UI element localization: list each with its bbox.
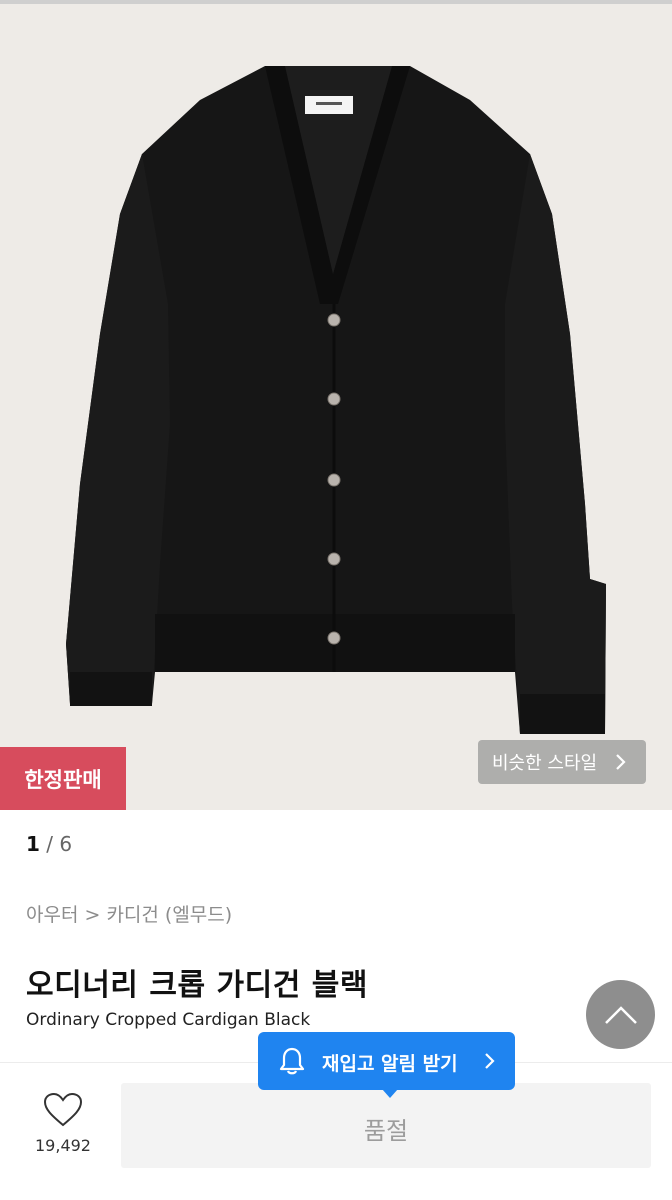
restock-alert-button[interactable]: 재입고 알림 받기	[258, 1032, 515, 1098]
like-button[interactable]: 19,492	[28, 1092, 98, 1172]
product-title: 오디너리 크롭 가디건 블랙	[26, 968, 368, 1003]
restock-alert-label: 재입고 알림 받기	[322, 1053, 458, 1075]
image-pager: 1 / 6	[26, 832, 72, 856]
similar-style-label: 비슷한 스타일	[492, 753, 598, 774]
tooltip-pointer	[382, 1089, 398, 1098]
like-count: 19,492	[35, 1136, 91, 1155]
bell-icon	[279, 1047, 305, 1075]
product-title-english: Ordinary Cropped Cardigan Black	[26, 1010, 311, 1030]
product-image[interactable]	[0, 4, 672, 810]
heart-icon	[43, 1092, 83, 1127]
chevron-right-icon	[616, 754, 626, 770]
limited-sale-badge: 한정판매	[0, 747, 126, 810]
similar-style-button[interactable]: 비슷한 스타일	[478, 740, 646, 784]
pager-separator: /	[39, 832, 60, 856]
chevron-right-icon	[485, 1053, 495, 1069]
breadcrumb[interactable]: 아우터 > 카디건 (엘무드)	[26, 900, 232, 927]
pager-total: 6	[59, 832, 73, 856]
cardigan-illustration	[66, 66, 606, 734]
chevron-up-icon	[604, 1005, 637, 1024]
scroll-to-top-button[interactable]	[586, 980, 655, 1049]
pager-current: 1	[26, 832, 40, 856]
